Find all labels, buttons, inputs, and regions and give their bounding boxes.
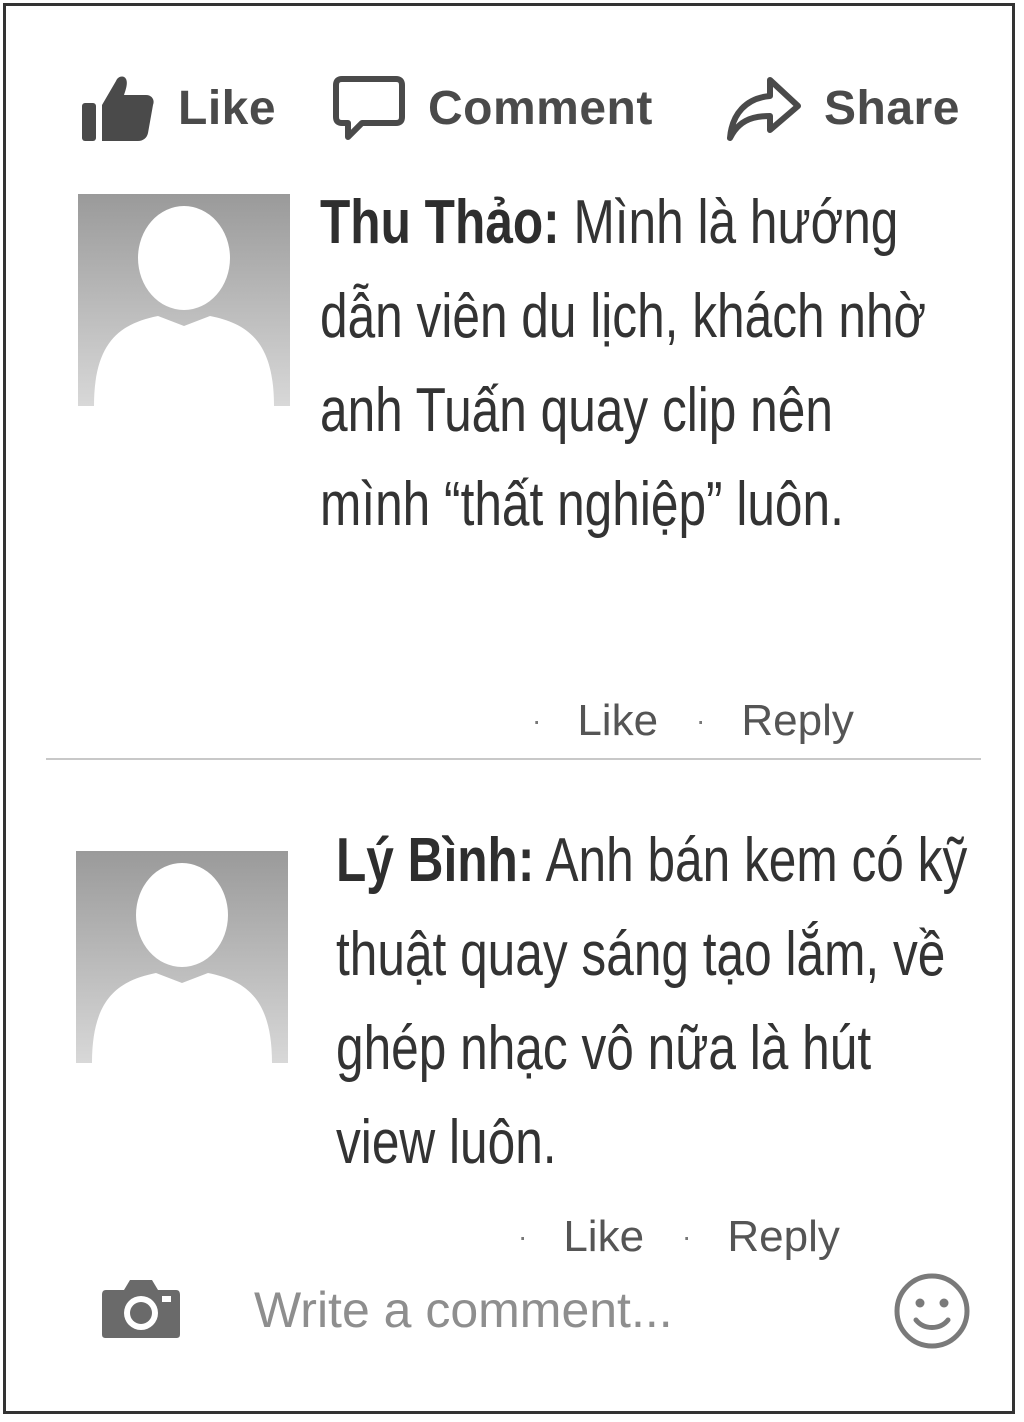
comment-author[interactable]: Lý Bình: bbox=[336, 826, 534, 895]
separator-dot: · bbox=[532, 705, 542, 736]
avatar[interactable] bbox=[76, 851, 288, 1063]
comment-like-button[interactable]: Like bbox=[563, 1212, 644, 1262]
comment-like-button[interactable]: Like bbox=[577, 696, 658, 746]
comment-body: Thu Thảo: Mình là hướng dẫn viên du lịch… bbox=[320, 176, 952, 552]
separator-dot: · bbox=[696, 705, 706, 736]
separator-dot: · bbox=[518, 1221, 528, 1252]
default-avatar-icon bbox=[78, 194, 290, 406]
comment-panel: Like Comment Share Thu Thảo: Mình là hướ… bbox=[3, 3, 1015, 1414]
comment-reply-button[interactable]: Reply bbox=[727, 1212, 840, 1262]
divider bbox=[46, 758, 981, 760]
share-arrow-icon bbox=[727, 77, 801, 141]
comment-author[interactable]: Thu Thảo: bbox=[320, 188, 560, 257]
like-action-label: Like bbox=[178, 81, 277, 135]
comment-body: Lý Bình: Anh bán kem có kỹ thuật quay sá… bbox=[336, 814, 968, 1190]
comment-reply-button[interactable]: Reply bbox=[741, 696, 854, 746]
comment-action-label: Comment bbox=[428, 81, 653, 135]
camera-icon[interactable] bbox=[100, 1276, 182, 1340]
share-action-label: Share bbox=[824, 81, 960, 135]
comment-action-button[interactable]: Comment bbox=[332, 68, 653, 148]
comment-input[interactable] bbox=[254, 1274, 854, 1346]
default-avatar-icon bbox=[76, 851, 288, 1063]
separator-dot: · bbox=[682, 1221, 692, 1252]
smiley-icon[interactable] bbox=[890, 1272, 974, 1350]
avatar[interactable] bbox=[78, 194, 290, 406]
share-action-button[interactable]: Share bbox=[726, 68, 960, 148]
thumbs-up-icon bbox=[82, 76, 154, 141]
like-action-button[interactable]: Like bbox=[78, 68, 276, 148]
speech-bubble-icon bbox=[333, 76, 405, 140]
comment-actions: · Like · Reply bbox=[532, 696, 892, 746]
comment-actions: · Like · Reply bbox=[518, 1212, 878, 1262]
